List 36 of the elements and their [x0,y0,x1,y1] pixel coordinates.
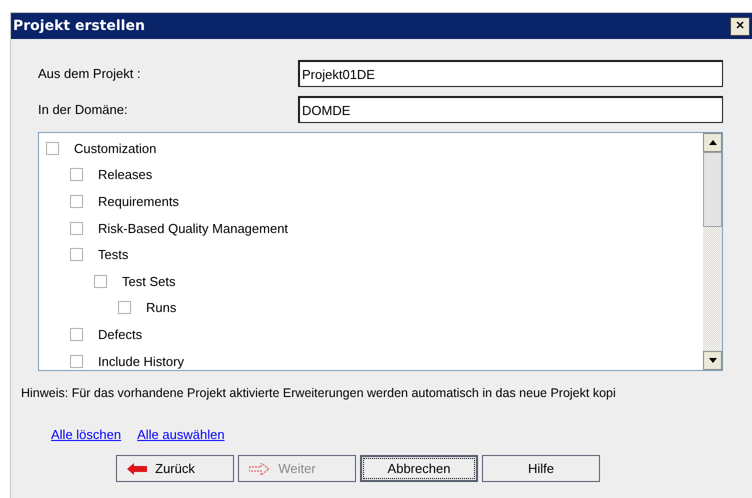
scroll-down-icon[interactable] [703,351,722,370]
left-arrow-icon [127,463,147,475]
scroll-up-icon[interactable] [703,133,722,152]
dialog-button[interactable]: Hilfe [482,455,600,482]
scroll-thumb[interactable] [703,152,722,227]
right-arrow-icon [249,463,269,475]
window-title: Projekt erstellen [13,18,145,34]
checkbox[interactable] [70,248,83,262]
checkbox[interactable] [70,194,83,208]
hint-text: Hinweis: Für das vorhandene Projekt aktivierte Erweiterungen werden automatisch in das neue Projekt kopi [20,385,617,400]
tree-item-label[interactable]: Requirements [98,194,179,209]
tree-item-label[interactable]: Runs [146,300,176,316]
dialog-button[interactable]: Abbrechen [360,455,478,482]
link[interactable]: Alle auswählen [137,427,225,442]
tree-item-label[interactable]: Include History [98,354,184,369]
checkbox[interactable] [70,328,83,341]
checkbox[interactable] [70,168,83,182]
tree-item-label[interactable]: Test Sets [122,274,176,289]
tree-item-label[interactable]: Releases [98,167,152,182]
dialog-button[interactable]: Zurück [116,455,234,482]
tree-item-label[interactable]: Risk-Based Quality Management [98,220,288,236]
close-button[interactable]: ✕ [730,16,750,36]
link[interactable]: Alle löschen [51,427,122,442]
tree-item-label[interactable]: Customization [74,140,156,156]
tree-item-label[interactable]: Tests [98,247,128,262]
input-field[interactable]: DOMDE [298,96,723,123]
tree-item-label[interactable]: Defects [98,326,142,342]
checkbox[interactable] [70,354,83,368]
checkbox[interactable] [70,222,83,235]
field-label: Aus dem Projekt : [38,66,142,81]
checkbox[interactable] [118,301,131,314]
checkbox[interactable] [94,274,107,288]
field-label: In der Domäne: [38,102,129,117]
checkbox[interactable] [46,142,59,155]
scrollbar[interactable] [703,133,722,370]
input-field[interactable]: Projekt01DE [298,60,723,87]
